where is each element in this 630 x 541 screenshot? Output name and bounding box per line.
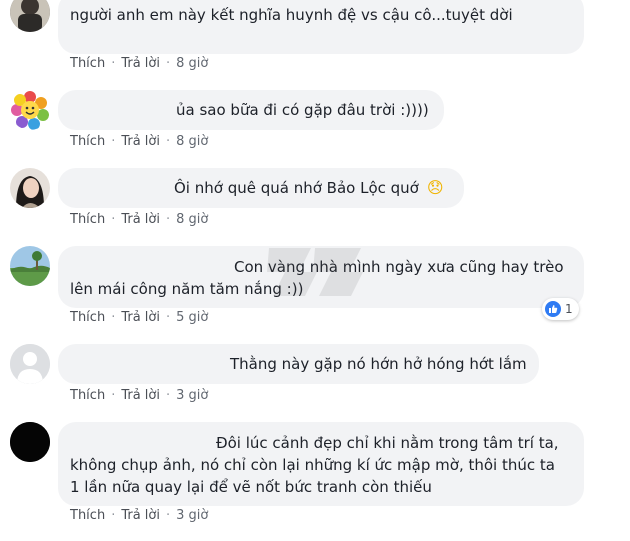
comment-text: ủa sao bữa đi có gặp đâu trời :)))) — [176, 101, 429, 119]
separator-dot: · — [111, 134, 116, 149]
like-button[interactable]: Thích — [70, 388, 105, 403]
comment-actions: Thích · Trả lời · 8 giờ — [70, 212, 208, 227]
separator-dot: · — [165, 388, 171, 403]
comment-actions: Thích · Trả lời · 5 giờ — [70, 310, 208, 325]
like-button[interactable]: Thích — [70, 310, 105, 325]
reply-button[interactable]: Trả lời — [121, 388, 160, 403]
reply-button[interactable]: Trả lời — [121, 134, 160, 149]
avatar[interactable] — [10, 344, 50, 384]
reply-button[interactable]: Trả lời — [121, 56, 160, 71]
comment-bubble: Ôi nhớ quê quá nhớ Bảo Lộc quớ 😞 — [58, 168, 464, 208]
reaction-count-badge[interactable]: 1 — [542, 298, 579, 320]
timestamp[interactable]: 8 giờ — [176, 134, 208, 149]
timestamp[interactable]: 5 giờ — [176, 310, 208, 325]
comment-actions: Thích · Trả lời · 8 giờ — [70, 134, 208, 149]
separator-dot: · — [165, 212, 171, 227]
separator-dot: · — [165, 134, 171, 149]
comment-bubble: ủa sao bữa đi có gặp đâu trời :)))) — [58, 90, 444, 130]
comment-actions: Thích · Trả lời · 3 giờ — [70, 508, 208, 523]
comment-bubble: Thằng này gặp nó hớn hở hóng hớt lắm — [58, 344, 539, 384]
timestamp[interactable]: 8 giờ — [176, 56, 208, 71]
like-button[interactable]: Thích — [70, 508, 105, 523]
separator-dot: · — [165, 508, 171, 523]
avatar[interactable] — [10, 90, 50, 130]
comment-actions: Thích · Trả lời · 3 giờ — [70, 388, 208, 403]
avatar[interactable] — [10, 168, 50, 208]
separator-dot: · — [165, 56, 171, 71]
like-button[interactable]: Thích — [70, 212, 105, 227]
separator-dot: · — [111, 212, 116, 227]
avatar[interactable] — [10, 422, 50, 462]
like-button[interactable]: Thích — [70, 56, 105, 71]
comment-text: Đôi lúc cảnh đẹp chỉ khi nằm trong tâm t… — [70, 434, 559, 496]
separator-dot: · — [111, 388, 116, 403]
comment-text: Thằng này gặp nó hớn hở hóng hớt lắm — [230, 355, 527, 373]
comment-bubble: người anh em này kết nghĩa huynh đệ vs c… — [58, 0, 584, 54]
like-button[interactable]: Thích — [70, 134, 105, 149]
comment-bubble: Đôi lúc cảnh đẹp chỉ khi nằm trong tâm t… — [58, 422, 584, 506]
comment-actions: Thích · Trả lời · 8 giờ — [70, 56, 208, 71]
separator-dot: · — [165, 310, 171, 325]
disappointed-face-icon: 😞 — [426, 178, 444, 197]
reply-button[interactable]: Trả lời — [121, 212, 160, 227]
reply-button[interactable]: Trả lời — [121, 508, 160, 523]
separator-dot: · — [111, 508, 116, 523]
timestamp[interactable]: 3 giờ — [176, 388, 208, 403]
separator-dot: · — [111, 310, 116, 325]
comment-text: người anh em này kết nghĩa huynh đệ vs c… — [70, 6, 513, 24]
separator-dot: · — [111, 56, 116, 71]
like-icon — [545, 301, 561, 317]
comment-text: Ôi nhớ quê quá nhớ Bảo Lộc quớ — [174, 179, 419, 197]
watermark-logo — [265, 242, 365, 300]
reply-button[interactable]: Trả lời — [121, 310, 160, 325]
timestamp[interactable]: 8 giờ — [176, 212, 208, 227]
timestamp[interactable]: 3 giờ — [176, 508, 208, 523]
reaction-count: 1 — [565, 302, 573, 316]
avatar[interactable] — [10, 246, 50, 286]
